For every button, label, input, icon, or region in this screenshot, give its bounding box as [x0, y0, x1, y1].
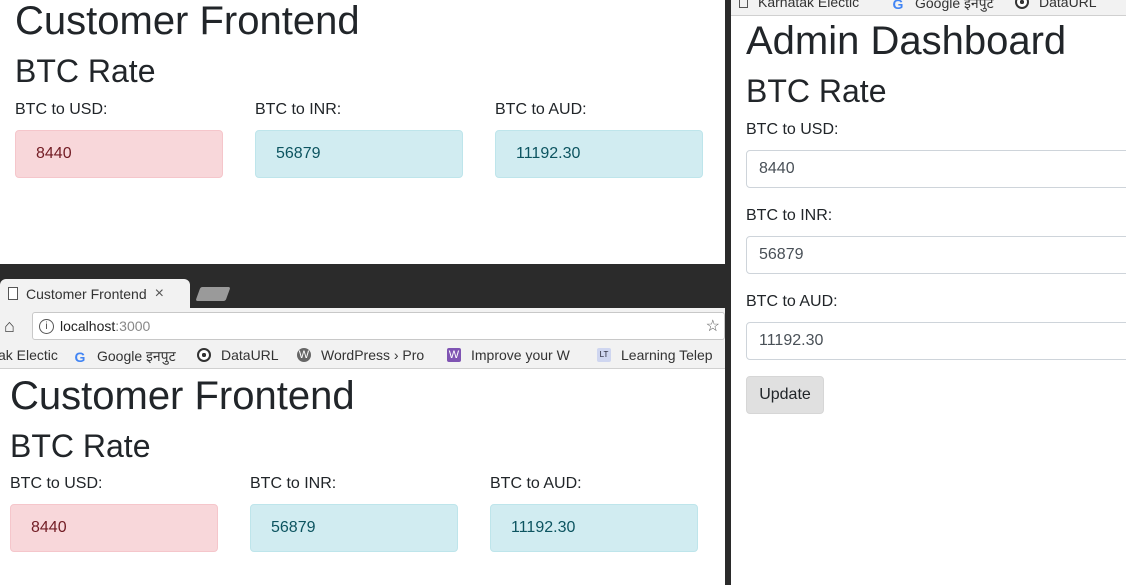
- bookmark-label: Google इनपुट: [97, 348, 176, 364]
- close-icon[interactable]: ×: [155, 285, 164, 303]
- section-title: BTC Rate: [746, 73, 887, 109]
- rate-value-aud: 11192.30: [490, 504, 698, 552]
- aud-rate-input[interactable]: [746, 322, 1126, 360]
- bookmarks-bar: ak Electic G Google इनपुट DataURL W Word…: [0, 344, 725, 369]
- inr-rate-input[interactable]: [746, 236, 1126, 274]
- bookmark-item[interactable]: DataURL: [197, 347, 279, 363]
- rate-value-inr: 56879: [255, 130, 463, 178]
- bookmarks-bar: Karnatak Electic G Google इनपुट DataURL: [731, 0, 1126, 16]
- bookmark-label: Learning Telep: [621, 347, 713, 363]
- tab-title: Customer Frontend: [26, 285, 147, 302]
- rate-value-usd: 8440: [10, 504, 218, 552]
- address-bar[interactable]: i localhost:3000 ☆: [32, 312, 725, 340]
- rate-label-usd: BTC to USD:: [10, 475, 103, 492]
- bookmark-label: DataURL: [221, 347, 279, 363]
- field-label-aud: BTC to AUD:: [746, 293, 838, 310]
- page-content: Customer Frontend BTC Rate BTC to USD: B…: [0, 369, 725, 585]
- bookmark-label: Karnatak Electic: [758, 0, 860, 10]
- section-title: BTC Rate: [15, 53, 156, 89]
- customer-window-top: Customer Frontend BTC Rate BTC to USD: B…: [0, 0, 725, 264]
- new-tab-button[interactable]: [195, 287, 231, 301]
- page-icon: [739, 0, 748, 8]
- rate-value-usd: 8440: [15, 130, 223, 178]
- bookmark-item[interactable]: G Google इनपुट: [73, 347, 176, 366]
- home-icon[interactable]: ⌂: [4, 317, 15, 335]
- bookmark-item[interactable]: Karnatak Electic: [739, 0, 859, 10]
- bookmark-label: WordPress › Pro: [321, 347, 425, 363]
- rate-value-aud: 11192.30: [495, 130, 703, 178]
- star-icon[interactable]: ☆: [706, 316, 720, 336]
- usd-rate-input[interactable]: [746, 150, 1126, 188]
- page-title: Customer Frontend: [10, 374, 355, 418]
- page-icon: [8, 287, 18, 300]
- google-icon: G: [74, 348, 86, 365]
- bookmark-label: Improve your W: [471, 347, 570, 363]
- rate-label-usd: BTC to USD:: [15, 101, 108, 118]
- woo-icon: W: [447, 348, 461, 362]
- bookmark-item[interactable]: W WordPress › Pro: [297, 347, 424, 363]
- rate-value-inr: 56879: [250, 504, 458, 552]
- wordpress-icon: W: [297, 348, 311, 362]
- bookmark-label: ak Electic: [0, 347, 58, 363]
- target-icon: [197, 348, 211, 362]
- learning-icon: LT: [597, 348, 611, 362]
- bookmark-item[interactable]: G Google इनपुट: [891, 0, 994, 13]
- tab-bar: Customer Frontend ×: [0, 267, 725, 308]
- browser-toolbar: ⌂ i localhost:3000 ☆: [0, 308, 725, 344]
- page-title: Admin Dashboard: [746, 19, 1067, 63]
- rate-label-inr: BTC to INR:: [255, 101, 342, 118]
- info-icon[interactable]: i: [39, 318, 54, 334]
- bookmark-item[interactable]: LT Learning Telep: [597, 347, 713, 363]
- target-icon: [1015, 0, 1029, 9]
- update-button[interactable]: Update: [746, 376, 824, 414]
- customer-window-bottom: Customer Frontend × ⌂ i localhost:3000 ☆…: [0, 267, 725, 585]
- bookmark-item[interactable]: DataURL: [1015, 0, 1097, 10]
- bookmark-label: Google इनपुट: [915, 0, 994, 11]
- field-label-usd: BTC to USD:: [746, 121, 839, 138]
- admin-window: Karnatak Electic G Google इनपुट DataURL …: [731, 0, 1126, 585]
- rate-label-inr: BTC to INR:: [250, 475, 337, 492]
- bookmark-item[interactable]: W Improve your W: [447, 347, 570, 363]
- rate-label-aud: BTC to AUD:: [490, 475, 582, 492]
- field-label-inr: BTC to INR:: [746, 207, 833, 224]
- bookmark-item[interactable]: ak Electic: [0, 347, 58, 363]
- tab-customer-frontend[interactable]: Customer Frontend ×: [0, 279, 190, 308]
- rate-label-aud: BTC to AUD:: [495, 101, 587, 118]
- bookmark-label: DataURL: [1039, 0, 1097, 10]
- section-title: BTC Rate: [10, 428, 151, 464]
- url-host: localhost: [60, 318, 116, 334]
- url-port: :3000: [115, 318, 151, 334]
- page-title: Customer Frontend: [15, 0, 360, 43]
- google-icon: G: [892, 0, 904, 12]
